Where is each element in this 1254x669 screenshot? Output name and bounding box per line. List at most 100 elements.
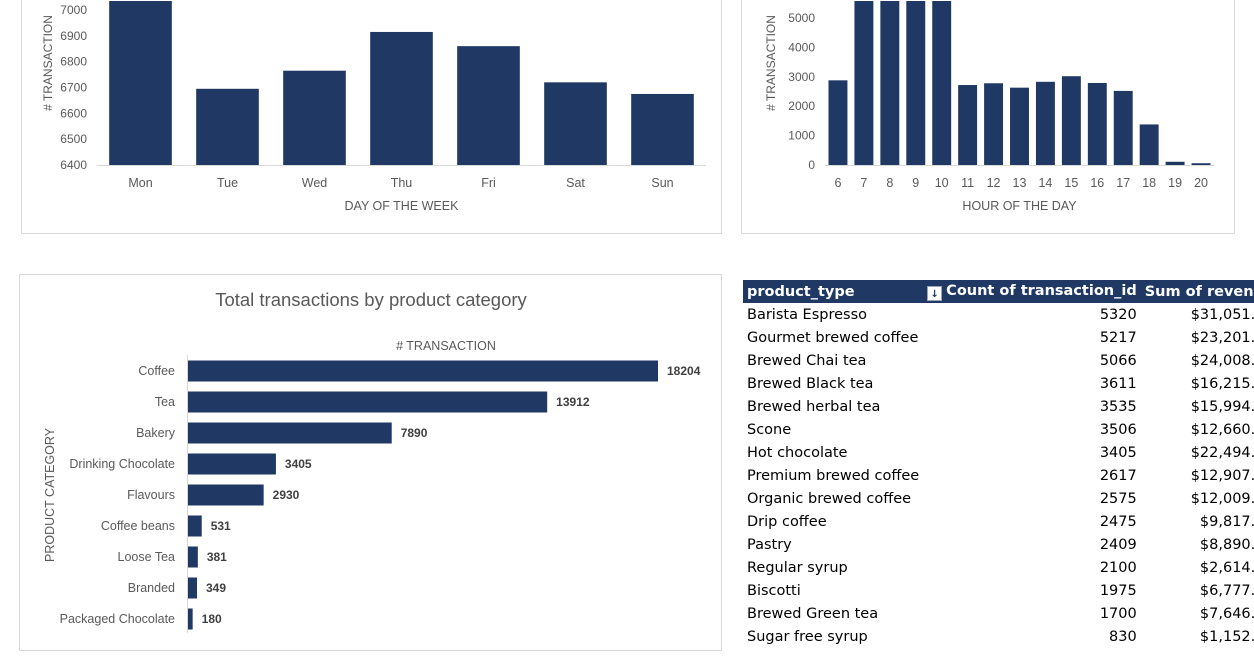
table-row[interactable]: Brewed Green tea1700$7,646.00 (743, 602, 1254, 625)
cell-product-type[interactable]: Organic brewed coffee (743, 487, 923, 510)
cat-category-label: Loose Tea (118, 550, 176, 564)
cat-category-label: Branded (128, 581, 175, 595)
product-type-pivot-table: product_type ↓ Count of transaction_id Su… (743, 280, 1254, 648)
table-row[interactable]: Pastry2409$8,890.49 (743, 533, 1254, 556)
cell-product-type[interactable]: Hot chocolate (743, 441, 923, 464)
cell-count[interactable]: 2100 (923, 556, 1141, 579)
day-xtick-label: Wed (302, 176, 328, 190)
cat-bar-Coffee beans (188, 515, 202, 537)
cat-data-label: 180 (202, 612, 222, 626)
cell-count[interactable]: 2409 (923, 533, 1141, 556)
day-ytick-label: 6400 (60, 158, 87, 172)
cat-chart-title: Total transactions by product category (215, 289, 527, 310)
table-row[interactable]: Premium brewed coffee2617$12,907.00 (743, 464, 1254, 487)
cell-revenue[interactable]: $15,994.50 (1141, 395, 1254, 418)
filter-icon[interactable]: ↓ (927, 285, 943, 301)
day-ytick-label: 7000 (60, 3, 87, 17)
cell-product-type[interactable]: Scone (743, 418, 923, 441)
cell-revenue[interactable]: $7,646.00 (1141, 602, 1254, 625)
table-row[interactable]: Regular syrup2100$2,614.40 (743, 556, 1254, 579)
cell-count[interactable]: 2617 (923, 464, 1141, 487)
cell-count[interactable]: 2575 (923, 487, 1141, 510)
cell-revenue[interactable]: $8,890.49 (1141, 533, 1254, 556)
header-count[interactable]: ↓ Count of transaction_id (923, 280, 1141, 303)
cell-product-type[interactable]: Biscotti (743, 579, 923, 602)
table-row[interactable]: Organic brewed coffee2575$12,009.30 (743, 487, 1254, 510)
cell-product-type[interactable]: Drip coffee (743, 510, 923, 533)
cell-product-type[interactable]: Pastry (743, 533, 923, 556)
hour-bar-6 (828, 80, 848, 165)
hour-xtick-label: 18 (1142, 176, 1156, 190)
table-row[interactable]: Hot chocolate3405$22,494.50 (743, 441, 1254, 464)
cell-revenue[interactable]: $23,201.20 (1141, 326, 1254, 349)
cell-revenue[interactable]: $9,817.00 (1141, 510, 1254, 533)
cell-count[interactable]: 3535 (923, 395, 1141, 418)
hour-xtick-label: 15 (1064, 176, 1078, 190)
cell-count[interactable]: 1975 (923, 579, 1141, 602)
table-row[interactable]: Scone3506$12,660.67 (743, 418, 1254, 441)
cat-data-label: 381 (207, 550, 227, 564)
cell-product-type[interactable]: Gourmet brewed coffee (743, 326, 923, 349)
hour-ytick-label: 2000 (788, 99, 815, 113)
cat-category-label: Coffee beans (101, 519, 175, 533)
cell-count[interactable]: 5217 (923, 326, 1141, 349)
cell-product-type[interactable]: Brewed Black tea (743, 372, 923, 395)
cell-revenue[interactable]: $12,660.67 (1141, 418, 1254, 441)
header-revenue[interactable]: Sum of revenue (1140, 280, 1254, 303)
day-bar-Mon (109, 1, 172, 165)
day-bar-Thu (370, 31, 433, 166)
header-product-type[interactable]: product_type (743, 280, 924, 303)
cat-data-label: 3405 (285, 457, 312, 471)
cell-count[interactable]: 2475 (923, 510, 1141, 533)
hour-bar-9 (906, 1, 926, 165)
cell-revenue[interactable]: $2,614.40 (1141, 556, 1254, 579)
hour-ytick-label: 5000 (788, 11, 815, 25)
cell-revenue[interactable]: $6,777.78 (1141, 579, 1254, 602)
cat-bar-Loose Tea (188, 546, 198, 568)
cell-count[interactable]: 3405 (923, 441, 1141, 464)
cell-revenue[interactable]: $16,215.50 (1141, 372, 1254, 395)
cell-product-type[interactable]: Brewed Chai tea (743, 349, 923, 372)
day-of-week-chart-panel: 6400 6500 6600 6700 6800 6900 7000 Mon Tue Wed Thu… (21, 0, 722, 234)
cell-revenue[interactable]: $1,152.80 (1141, 625, 1254, 648)
table-row[interactable]: Brewed herbal tea3535$15,994.50 (743, 395, 1254, 418)
header-count-label: Count of transaction_id (946, 282, 1137, 299)
hour-xtick-label: 9 (912, 176, 919, 190)
day-bar-Sun (631, 93, 694, 165)
cell-product-type[interactable]: Brewed herbal tea (743, 395, 923, 418)
hour-xtick-label: 8 (886, 176, 893, 190)
hour-bar-10 (932, 1, 952, 165)
cell-revenue[interactable]: $12,907.00 (1141, 464, 1254, 487)
cell-product-type[interactable]: Brewed Green tea (743, 602, 923, 625)
cell-count[interactable]: 3506 (923, 418, 1141, 441)
table-row[interactable]: Brewed Chai tea5066$24,008.75 (743, 349, 1254, 372)
hour-ytick-label: 3000 (788, 70, 815, 84)
cell-revenue[interactable]: $12,009.30 (1141, 487, 1254, 510)
table-row[interactable]: Biscotti1975$6,777.78 (743, 579, 1254, 602)
table-row[interactable]: Gourmet brewed coffee5217$23,201.20 (743, 326, 1254, 349)
table-row[interactable]: Brewed Black tea3611$16,215.50 (743, 372, 1254, 395)
cell-product-type[interactable]: Premium brewed coffee (743, 464, 923, 487)
cell-product-type[interactable]: Regular syrup (743, 556, 923, 579)
cell-count[interactable]: 3611 (923, 372, 1141, 395)
cell-revenue[interactable]: $31,051.00 (1141, 303, 1254, 326)
cell-revenue[interactable]: $22,494.50 (1141, 441, 1254, 464)
cell-count[interactable]: 830 (923, 625, 1141, 648)
cat-bar-Branded (188, 577, 198, 599)
table-row[interactable]: Sugar free syrup830$1,152.80 (743, 625, 1254, 648)
day-ytick-label: 6500 (60, 132, 87, 146)
cell-product-type[interactable]: Barista Espresso (743, 303, 923, 326)
cell-revenue[interactable]: $24,008.75 (1141, 349, 1254, 372)
cat-bar-Bakery (188, 422, 392, 444)
cell-count[interactable]: 1700 (923, 602, 1141, 625)
cat-data-label: 2930 (273, 488, 300, 502)
cat-bar-Drinking Chocolate (188, 453, 276, 475)
hour-ytick-label: 1000 (788, 129, 815, 143)
table-row[interactable]: Drip coffee2475$9,817.00 (743, 510, 1254, 533)
table-row[interactable]: Barista Espresso5320$31,051.00 (743, 303, 1254, 326)
cell-product-type[interactable]: Sugar free syrup (743, 625, 923, 648)
hour-xtick-label: 19 (1168, 176, 1182, 190)
cell-count[interactable]: 5320 (923, 303, 1141, 326)
cell-count[interactable]: 5066 (923, 349, 1141, 372)
cat-category-label: Bakery (136, 426, 176, 440)
